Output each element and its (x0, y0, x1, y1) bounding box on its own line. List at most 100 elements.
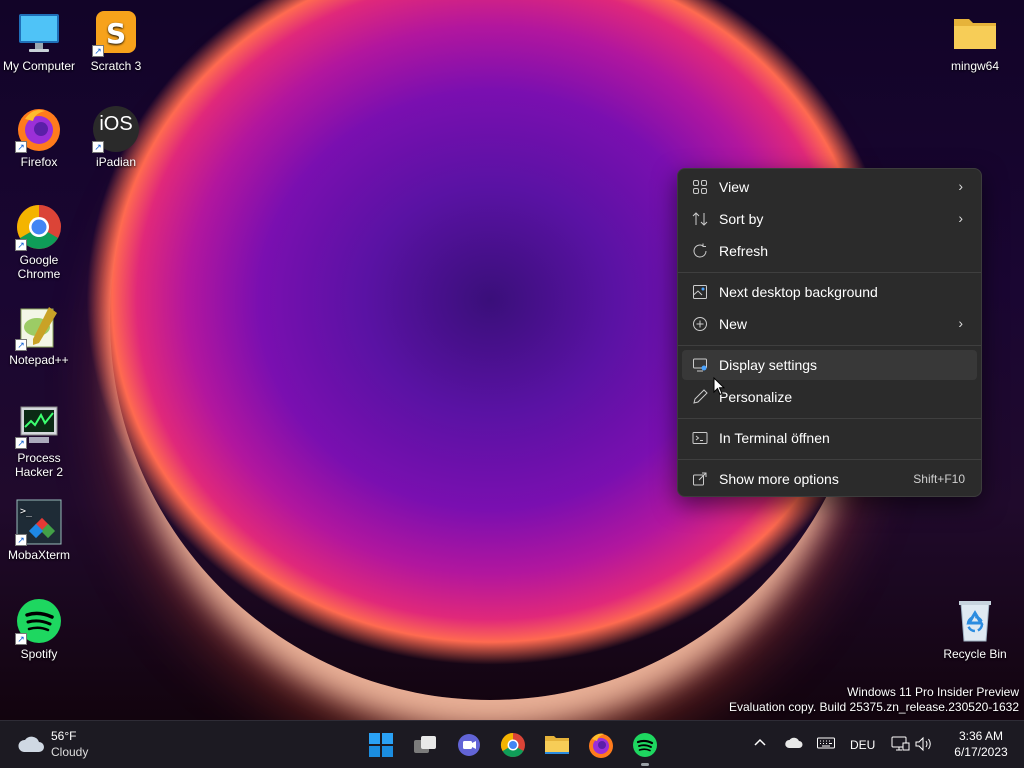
chat-icon (458, 734, 480, 756)
taskbar-spotify[interactable] (631, 731, 659, 766)
mouse-cursor-icon (713, 377, 725, 396)
icon-label: Google Chrome (17, 253, 61, 281)
process-hacker-icon: ↗ (15, 401, 63, 449)
desktop-icon-firefox[interactable]: ↗ Firefox (1, 101, 77, 169)
touch-keyboard-button[interactable] (816, 735, 836, 751)
folder-icon (951, 9, 999, 57)
task-view-icon (414, 736, 436, 753)
pen-icon (692, 389, 708, 405)
clock-time: 3:36 AM (958, 729, 1004, 743)
icon-label: Recycle Bin (943, 647, 1007, 661)
show-hidden-icons-button[interactable] (752, 735, 768, 751)
refresh-icon (692, 243, 708, 259)
desktop-icon-notepadpp[interactable]: ↗ Notepad++ (1, 299, 77, 367)
evaluation-watermark: Windows 11 Pro Insider Preview Evaluatio… (729, 685, 1019, 714)
network-status-button[interactable] (890, 735, 910, 753)
icon-label: Spotify (20, 647, 58, 661)
svg-text:>_: >_ (20, 506, 33, 517)
weather-temperature: 56°F (51, 729, 77, 743)
icon-label: Notepad++ (9, 353, 69, 367)
desktop-icon-ipadian[interactable]: iOS ↗ iPadian (78, 101, 154, 169)
shortcut-arrow-icon: ↗ (15, 239, 27, 251)
icon-label: Process Hacker 2 (14, 451, 64, 479)
weather-widget[interactable]: 56°F Cloudy (14, 729, 114, 761)
menu-item-display-settings[interactable]: Display settings (682, 350, 977, 380)
input-language-indicator[interactable]: DEU (850, 738, 875, 752)
taskbar-chrome[interactable] (499, 731, 527, 759)
ipadian-logo-text: iOS (99, 113, 133, 135)
chrome-icon: ↗ (15, 203, 63, 251)
desktop-icon-my-computer[interactable]: My Computer (1, 5, 77, 73)
icon-label: mingw64 (950, 59, 1000, 73)
desktop-icon-mingw64[interactable]: mingw64 (937, 5, 1013, 73)
taskbar: 56°F Cloudy DEU 3:36 AM 6/17/2023 (0, 720, 1024, 768)
grid-icon (692, 179, 708, 195)
keyboard-icon (817, 737, 835, 749)
image-icon (692, 284, 708, 300)
svg-text:S: S (106, 17, 126, 50)
icon-label: MobaXterm (7, 548, 71, 562)
menu-separator (678, 272, 981, 273)
icon-label: My Computer (2, 59, 76, 73)
icon-label: Firefox (20, 155, 58, 169)
onedrive-cloud-icon (785, 737, 803, 748)
task-view-button[interactable] (411, 731, 439, 759)
desktop-context-menu: View › Sort by › Refresh Next desktop ba… (677, 168, 982, 497)
onedrive-tray-button[interactable] (784, 735, 804, 751)
weather-description: Cloudy (51, 745, 89, 759)
icon-label: Scratch 3 (90, 59, 142, 73)
menu-item-open-in-terminal[interactable]: In Terminal öffnen (682, 423, 977, 453)
firefox-icon: ↗ (15, 105, 63, 153)
teams-chat-button[interactable] (455, 731, 483, 759)
desktop-icon-scratch[interactable]: S ↗ Scratch 3 (78, 5, 154, 73)
taskbar-firefox[interactable] (587, 731, 615, 759)
sort-icon (692, 211, 708, 227)
chrome-icon (500, 733, 525, 758)
speaker-icon (915, 736, 931, 752)
desktop-icon-mobaxterm[interactable]: >_ ↗ MobaXterm (1, 494, 77, 562)
shortcut-arrow-icon: ↗ (15, 437, 27, 449)
chevron-right-icon: › (958, 210, 963, 226)
running-indicator (641, 763, 649, 766)
clock-date: 6/17/2023 (954, 745, 1008, 759)
menu-item-refresh[interactable]: Refresh (682, 236, 977, 266)
menu-item-new[interactable]: New › (682, 309, 977, 339)
spotify-icon: ↗ (15, 597, 63, 645)
menu-separator (678, 345, 981, 346)
shortcut-arrow-icon: ↗ (92, 45, 104, 57)
shortcut-arrow-icon: ↗ (15, 534, 27, 546)
network-icon (891, 736, 910, 751)
menu-item-next-desktop-background[interactable]: Next desktop background (682, 277, 977, 307)
shortcut-arrow-icon: ↗ (15, 141, 27, 153)
menu-separator (678, 459, 981, 460)
shortcut-arrow-icon: ↗ (15, 633, 27, 645)
scratch-icon: S ↗ (92, 9, 140, 57)
menu-item-sort-by[interactable]: Sort by › (682, 204, 977, 234)
menu-separator (678, 418, 981, 419)
menu-item-show-more-options[interactable]: Show more options Shift+F10 (682, 464, 977, 494)
cloud-icon (18, 736, 44, 752)
spotify-icon (633, 733, 657, 757)
shortcut-arrow-icon: ↗ (15, 339, 27, 351)
desktop-wallpaper[interactable]: My Computer ↗ Firefox ↗ Google Chrome ↗ N… (0, 0, 1024, 720)
taskbar-file-explorer[interactable] (543, 731, 571, 759)
menu-item-personalize[interactable]: Personalize (682, 382, 977, 412)
monitor-icon (15, 9, 63, 57)
volume-button[interactable] (914, 735, 934, 753)
clock[interactable]: 3:36 AM 6/17/2023 (942, 728, 1020, 760)
chevron-up-icon (754, 738, 766, 746)
desktop-icon-spotify[interactable]: ↗ Spotify (1, 593, 77, 661)
desktop-icon-google-chrome[interactable]: ↗ Google Chrome (1, 199, 77, 281)
menu-item-view[interactable]: View › (682, 172, 977, 202)
display-icon (692, 357, 708, 373)
folder-icon (545, 736, 569, 754)
share-icon (692, 471, 708, 487)
plus-circle-icon (692, 316, 708, 332)
start-button[interactable] (367, 731, 395, 759)
desktop-icon-recycle-bin[interactable]: Recycle Bin (937, 593, 1013, 661)
recycle-bin-icon (951, 597, 999, 645)
mobaxterm-icon: >_ ↗ (15, 498, 63, 546)
shortcut-arrow-icon: ↗ (92, 141, 104, 153)
desktop-icon-process-hacker[interactable]: ↗ Process Hacker 2 (1, 397, 77, 479)
icon-label: iPadian (95, 155, 137, 169)
